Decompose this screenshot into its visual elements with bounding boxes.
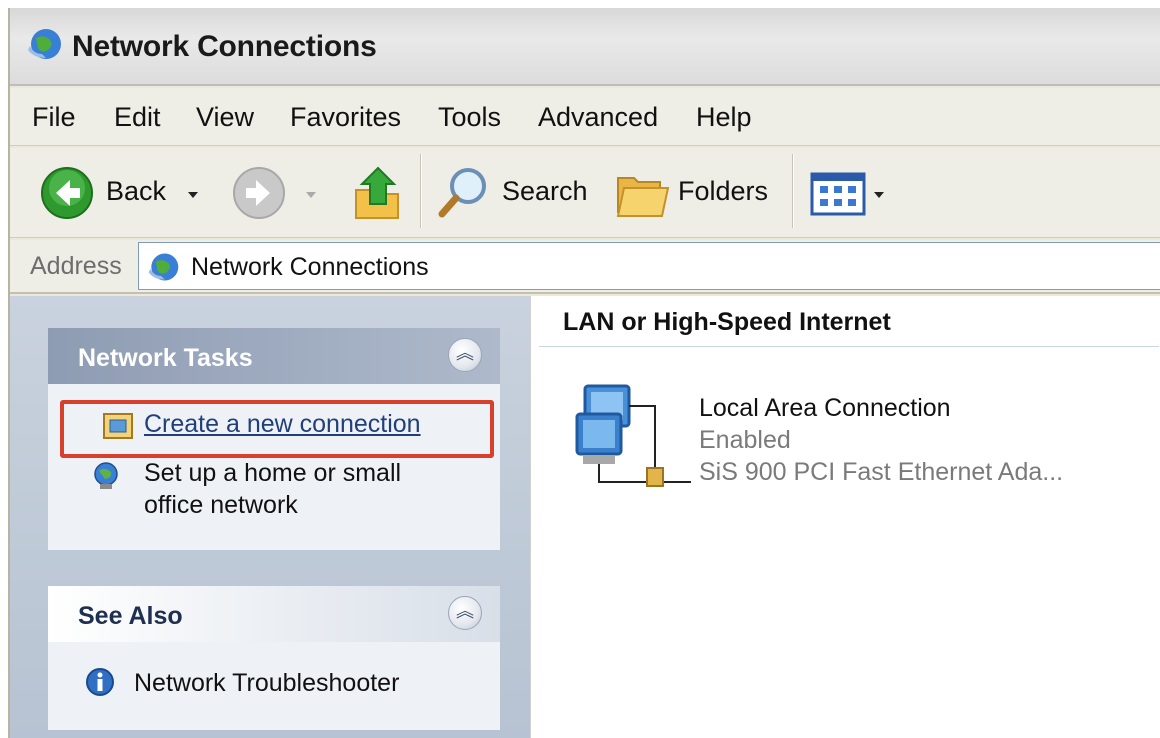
search-label: Search (502, 176, 588, 206)
address-input[interactable]: Network Connections (138, 242, 1160, 290)
group-divider (539, 346, 1159, 347)
menu-favorites[interactable]: Favorites (290, 102, 401, 133)
forward-button[interactable] (226, 158, 326, 228)
lan-connection-icon (575, 384, 691, 487)
views-button[interactable] (806, 158, 896, 228)
collapse-chevron-icon[interactable]: ︽ (448, 596, 482, 630)
connections-list: LAN or High-Speed Internet Local Area Co… (530, 296, 1160, 738)
menu-tools[interactable]: Tools (438, 102, 501, 133)
network-tasks-header[interactable]: Network Tasks ︽ (48, 328, 500, 384)
connection-status: Enabled (699, 426, 791, 454)
see-also-title: See Also (78, 602, 183, 630)
window-title: Network Connections (72, 30, 377, 63)
menu-edit[interactable]: Edit (114, 102, 161, 133)
folders-button[interactable]: Folders (610, 158, 780, 228)
network-globe-icon (148, 253, 179, 281)
title-bar[interactable]: Network Connections (10, 8, 1160, 86)
folders-label: Folders (678, 176, 769, 206)
setup-home-network-link-line2[interactable]: office network (144, 490, 298, 521)
task-pane: Network Tasks ︽ Create a new connection … (10, 296, 530, 738)
up-folder-button[interactable] (344, 158, 408, 228)
see-also-panel: See Also ︽ Network Troubleshooter (48, 586, 500, 730)
views-dropdown-icon[interactable] (874, 192, 884, 198)
home-network-icon (94, 462, 118, 489)
collapse-chevron-icon[interactable]: ︽ (448, 338, 482, 372)
see-also-header[interactable]: See Also ︽ (48, 586, 500, 642)
network-troubleshooter-link[interactable]: Network Troubleshooter (134, 668, 399, 699)
back-arrow-icon (41, 167, 93, 219)
search-icon (438, 168, 486, 218)
connection-name: Local Area Connection (699, 394, 951, 422)
search-button[interactable]: Search (430, 158, 590, 228)
folders-icon (616, 177, 670, 217)
menu-file[interactable]: File (32, 102, 76, 133)
toolbar-separator (792, 154, 794, 228)
address-bar: Address Network Connections (10, 240, 1160, 294)
menu-advanced[interactable]: Advanced (538, 102, 658, 133)
connection-device: SiS 900 PCI Fast Ethernet Ada... (699, 458, 1064, 486)
address-value: Network Connections (191, 253, 429, 281)
address-label: Address (30, 252, 122, 280)
network-tasks-title: Network Tasks (78, 344, 253, 372)
forward-dropdown-icon[interactable] (306, 192, 316, 198)
toolbar-separator (420, 154, 422, 228)
menu-help[interactable]: Help (696, 102, 752, 133)
toolbar: Back Search Folders (10, 148, 1160, 238)
forward-arrow-icon (233, 167, 285, 219)
group-header: LAN or High-Speed Internet (563, 308, 891, 336)
info-icon (86, 668, 114, 696)
views-grid-icon (810, 172, 866, 216)
up-folder-icon (355, 166, 399, 219)
menu-view[interactable]: View (196, 102, 254, 133)
highlight-annotation (60, 400, 494, 458)
setup-home-network-link-line1[interactable]: Set up a home or small (144, 458, 401, 489)
back-button[interactable]: Back (32, 158, 218, 228)
menu-bar: File Edit View Favorites Tools Advanced … (10, 88, 1160, 146)
network-connections-window: Network Connections File Edit View Favor… (8, 8, 1160, 738)
back-label: Back (106, 176, 167, 206)
back-dropdown-icon[interactable] (188, 192, 198, 198)
network-globe-icon (28, 29, 61, 59)
